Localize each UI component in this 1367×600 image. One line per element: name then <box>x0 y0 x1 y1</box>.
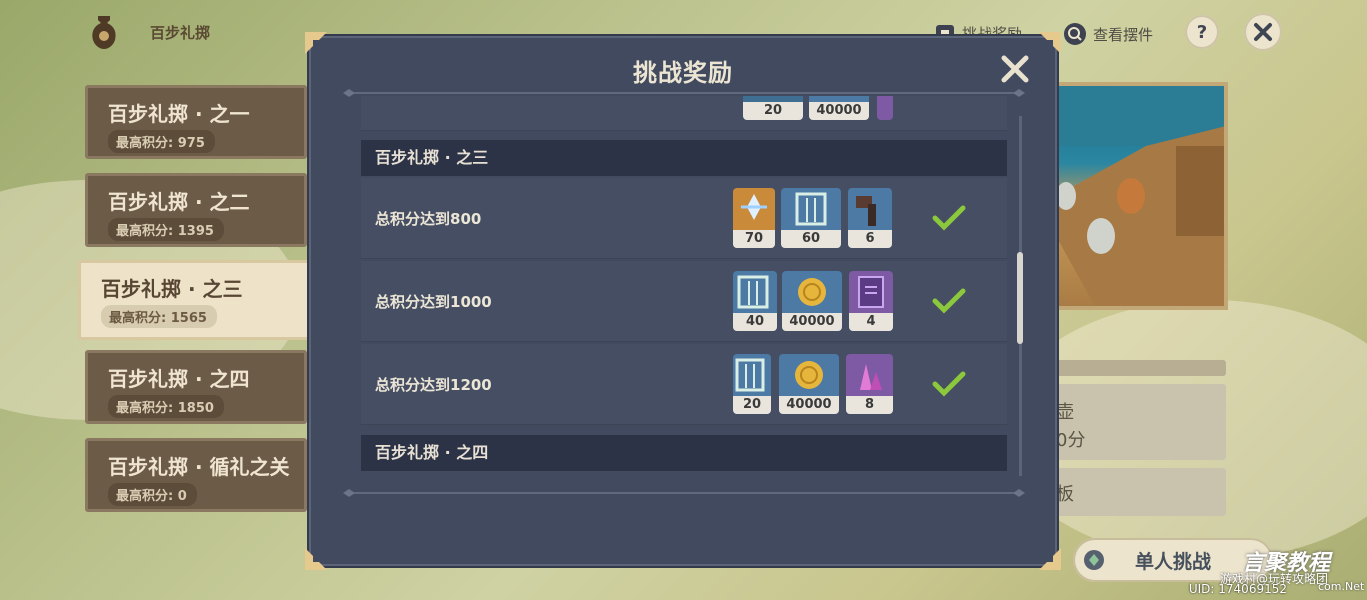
mora-icon: 40000 <box>809 96 869 120</box>
item-count: 20 <box>743 102 803 120</box>
reward-row: 总积分达到1000 40 40000 4 <box>361 261 1007 342</box>
item-count: 4 <box>849 313 893 331</box>
section-header: 百步礼掷 · 之四 <box>361 435 1007 471</box>
section-header: 百步礼掷 · 之三 <box>361 140 1007 176</box>
fates-icon: 20 <box>743 96 803 120</box>
item-count: 20 <box>733 396 771 414</box>
corner-ornament-icon <box>305 548 327 570</box>
close-icon[interactable] <box>999 53 1031 85</box>
item-count: 60 <box>781 230 841 248</box>
reward-condition: 总积分达到1200 <box>375 376 492 394</box>
fates-icon: 20 <box>733 354 771 414</box>
reward-list[interactable]: 20 40000 百步礼掷 · 之三 总积分达到800 70 60 6 总积分达… <box>361 96 1007 486</box>
check-icon <box>932 371 966 397</box>
reward-row: 20 40000 <box>361 96 1007 131</box>
item-count: 8 <box>846 396 893 414</box>
corner-ornament-icon <box>1039 32 1061 54</box>
crystal-icon: 8 <box>846 354 893 414</box>
hammer-material-icon: 6 <box>848 188 892 248</box>
item-count: 70 <box>733 230 775 248</box>
mora-icon: 40000 <box>779 354 839 414</box>
item-count: 40000 <box>809 102 869 120</box>
scrollbar-thumb[interactable] <box>1017 252 1023 344</box>
material-icon <box>877 96 893 120</box>
corner-ornament-icon <box>305 32 327 54</box>
corner-ornament-icon <box>1039 548 1061 570</box>
reward-row: 总积分达到1200 20 40000 8 <box>361 344 1007 425</box>
item-count: 6 <box>848 230 892 248</box>
fates-icon: 60 <box>781 188 841 248</box>
item-count: 40000 <box>779 396 839 414</box>
check-icon <box>932 288 966 314</box>
primogem-icon: 70 <box>733 188 775 248</box>
item-count: 40000 <box>782 313 842 331</box>
challenge-rewards-dialog: 挑战奖励 20 40000 百步礼掷 · 之三 总积分达到800 70 60 6… <box>305 32 1061 570</box>
divider-ornament <box>343 489 1025 497</box>
reward-row: 总积分达到800 70 60 6 <box>361 178 1007 259</box>
book-icon: 4 <box>849 271 893 331</box>
mora-icon: 40000 <box>782 271 842 331</box>
fates-icon: 40 <box>733 271 777 331</box>
item-count: 40 <box>733 313 777 331</box>
reward-condition: 总积分达到800 <box>375 210 482 228</box>
check-icon <box>932 205 966 231</box>
dialog-title: 挑战奖励 <box>633 59 733 87</box>
reward-condition: 总积分达到1000 <box>375 293 492 311</box>
